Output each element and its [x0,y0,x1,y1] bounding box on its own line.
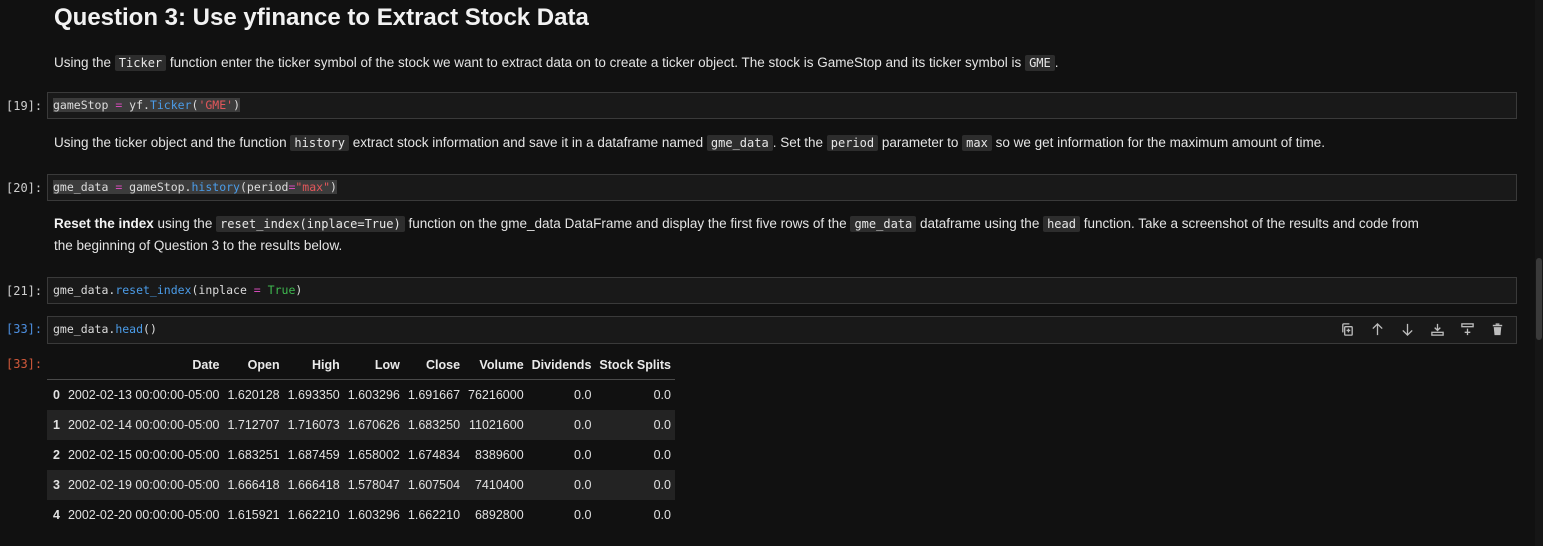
trash-icon[interactable] [1488,321,1506,339]
table-cell: 0.0 [527,410,596,440]
code-cell-20[interactable]: gme_data = gameStop.history(period="max"… [47,174,1517,201]
inline-code: head [1043,216,1080,232]
table-cell: 1.666418 [223,470,284,500]
inline-code: period [826,135,879,151]
table-header-row: Date Open High Low Close Volume Dividends Stock… [47,350,675,380]
vertical-scrollbar[interactable] [1535,0,1543,546]
dataframe-output: Date Open High Low Close Volume Dividends Stock… [47,350,675,530]
table-row: 3 2002-02-19 00:00:00-05:00 1.666418 1.6664… [47,470,675,500]
table-cell: 1.662210 [407,508,461,522]
cell-prompt-active: [33]: [6,322,43,336]
table-cell: 76216000 [468,388,524,402]
insert-below-icon[interactable] [1428,321,1446,339]
row-index: 2 [53,448,60,462]
column-header: Stock Splits [595,350,675,380]
column-header: Open [223,350,284,380]
table-cell: 11021600 [464,410,528,440]
cell-toolbar [1338,317,1506,342]
table-cell: 6892800 [474,508,524,522]
table-cell: 1.691667 [407,388,461,402]
table-cell: 1.662210 [287,508,340,522]
markdown-cell-reset-index: Reset the index using the reset_index(in… [54,216,1419,232]
md-text: Using the [54,55,115,70]
table-cell: 0.0 [595,410,675,440]
arrow-down-icon[interactable] [1398,321,1416,339]
insert-above-icon[interactable] [1458,321,1476,339]
table-cell: 1.607504 [403,470,465,500]
cell-prompt: [19]: [6,99,43,113]
table-cell: 0.0 [574,448,592,462]
code-cell-33[interactable]: gme_data.head() [47,316,1517,344]
table-cell: 1.615921 [227,508,280,522]
table-cell: 1.620128 [227,388,280,402]
inline-code: gme_data [706,135,773,151]
section-heading: Question 3: Use yfinance to Extract Stoc… [54,4,589,31]
md-text: . [1054,55,1059,70]
column-header [47,350,64,380]
arrow-up-icon[interactable] [1368,321,1386,339]
output-prompt: [33]: [6,357,43,371]
table-cell: 1.603296 [347,388,400,402]
column-header: Low [343,350,404,380]
markdown-cell-history: Using the ticker object and the function… [54,135,1325,151]
notebook-main: Question 3: Use yfinance to Extract Stoc… [0,0,1535,546]
table-cell: 0.0 [653,388,671,402]
table-cell: 2002-02-14 00:00:00-05:00 [63,410,224,440]
table-cell: 2002-02-15 00:00:00-05:00 [67,448,220,462]
column-header: High [283,350,344,380]
markdown-cell-ticker: Using the Ticker function enter the tick… [54,52,1059,74]
table-cell: 1.658002 [347,448,400,462]
code-cell-21[interactable]: gme_data.reset_index(inplace = True) [47,277,1517,304]
table-cell: 0.0 [595,470,675,500]
column-header: Close [403,350,465,380]
table-cell: 8389600 [474,448,524,462]
inline-code: GME [1025,55,1055,71]
table-cell: 2002-02-13 00:00:00-05:00 [67,388,220,402]
table-cell: 1.674834 [407,448,461,462]
table-cell: 0.0 [653,448,671,462]
markdown-cell-reset-index-line2: the beginning of Question 3 to the resul… [54,238,343,253]
inline-code: reset_index(inplace=True) [216,216,405,232]
inline-code: history [290,135,349,151]
row-index: 4 [53,508,60,522]
table-cell: 1.578047 [343,470,404,500]
row-index: 3 [47,470,64,500]
table-row: 1 2002-02-14 00:00:00-05:00 1.712707 1.7160… [47,410,675,440]
table-cell: 1.687459 [287,448,340,462]
table-cell: 0.0 [653,508,671,522]
column-header: Volume [464,350,528,380]
column-header: Date [63,350,224,380]
table-row: 0 2002-02-13 00:00:00-05:00 1.620128 1.6933… [47,380,675,411]
md-text: function enter the ticker symbol of the … [166,55,1026,70]
table-cell: 2002-02-19 00:00:00-05:00 [63,470,224,500]
scrollbar-thumb[interactable] [1536,258,1542,340]
table-cell: 7410400 [464,470,528,500]
cell-prompt: [20]: [6,181,43,195]
table-cell: 0.0 [574,508,592,522]
inline-code: Ticker [114,55,167,71]
table-cell: 0.0 [527,470,596,500]
row-index: 0 [53,388,60,402]
table-cell: 1.670626 [343,410,404,440]
inline-code: gme_data [850,216,917,232]
table-row: 2 2002-02-15 00:00:00-05:00 1.683251 1.6874… [47,440,675,470]
table-cell: 1.683251 [227,448,280,462]
inline-code: max [962,135,992,151]
column-header: Dividends [527,350,596,380]
table-cell: 1.683250 [403,410,465,440]
cell-prompt: [21]: [6,284,43,298]
duplicate-icon[interactable] [1338,321,1356,339]
table-cell: 1.716073 [283,410,344,440]
table-cell: 1.603296 [347,508,400,522]
code-cell-19[interactable]: gameStop = yf.Ticker('GME') [47,92,1517,119]
table-cell: 1.666418 [283,470,344,500]
table-cell: 1.693350 [287,388,340,402]
table-cell: 1.712707 [223,410,284,440]
table-cell: 0.0 [574,388,592,402]
table-cell: 2002-02-20 00:00:00-05:00 [67,508,220,522]
row-index: 1 [47,410,64,440]
table-row: 4 2002-02-20 00:00:00-05:00 1.615921 1.6622… [47,500,675,530]
